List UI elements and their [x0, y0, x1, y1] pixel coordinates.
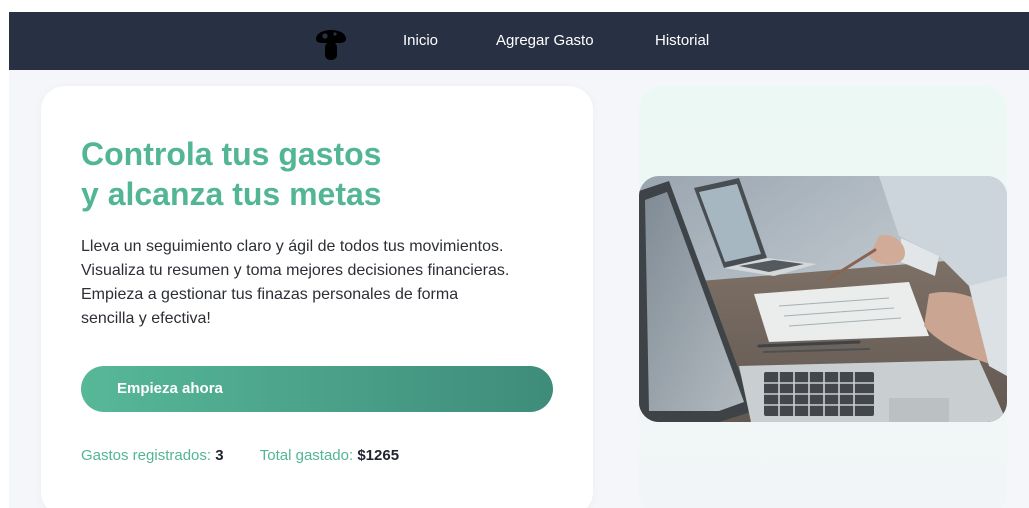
nav-link-historial[interactable]: Historial: [655, 32, 709, 49]
registered-expenses-stat: Gastos registrados: 3: [81, 447, 224, 464]
hero-title-line-1: Controla tus gastos: [81, 136, 382, 172]
hero-title-line-2: y alcanza tus metas: [81, 176, 382, 212]
hero-description-line: Lleva un seguimiento claro y ágil de tod…: [81, 238, 504, 255]
nav-link-agregar-gasto[interactable]: Agregar Gasto: [496, 32, 594, 49]
hero-description-line: Visualiza tu resumen y toma mejores deci…: [81, 262, 510, 279]
page: Inicio Agregar Gasto Historial Controla …: [9, 12, 1029, 508]
stats-row: Gastos registrados: 3 Total gastado: $12…: [81, 447, 399, 464]
navbar: Inicio Agregar Gasto Historial: [9, 12, 1029, 70]
hero-card: Controla tus gastos y alcanza tus metas …: [41, 86, 593, 508]
start-now-button[interactable]: Empieza ahora: [81, 366, 553, 412]
hero-description-line: Empieza a gestionar tus finazas personal…: [81, 286, 459, 303]
total-spent-value: $1265: [357, 447, 400, 464]
mushroom-logo-icon[interactable]: [314, 22, 348, 62]
image-panel: [639, 86, 1007, 508]
hero-title: Controla tus gastos y alcanza tus metas: [81, 134, 561, 214]
hero-description: Lleva un seguimiento claro y ágil de tod…: [81, 235, 561, 331]
total-spent-stat: Total gastado: $1265: [260, 447, 399, 464]
hero-description-line: sencilla y efectiva!: [81, 310, 211, 327]
registered-expenses-label: Gastos registrados:: [81, 447, 212, 464]
registered-expenses-value: 3: [215, 447, 224, 464]
nav-link-inicio[interactable]: Inicio: [403, 32, 438, 49]
laptops-workspace-photo: [639, 176, 1007, 422]
total-spent-label: Total gastado:: [259, 447, 354, 464]
